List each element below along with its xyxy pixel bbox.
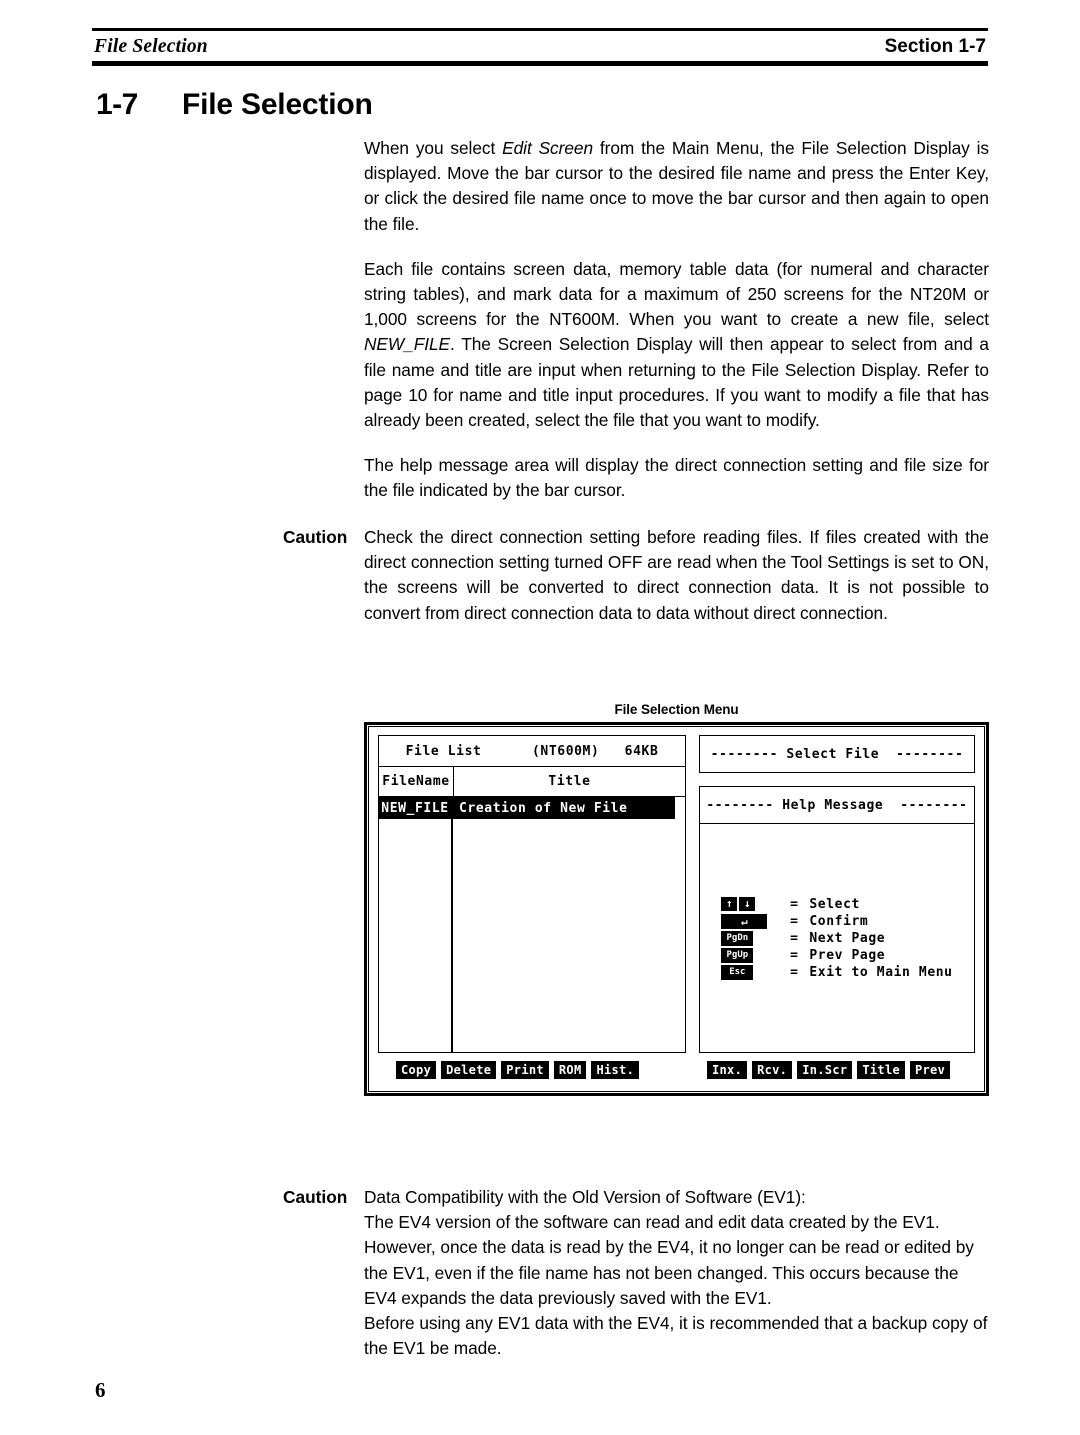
caution-line-1: Data Compatibility with the Old Version … <box>364 1187 806 1207</box>
caution-text-block: Data Compatibility with the Old Version … <box>364 1185 989 1361</box>
key-legend-row-prev-page: PgUp = Prev Page <box>721 947 952 964</box>
figure-file-selection-menu: File Selection Menu File List (NT600M) 6… <box>364 702 989 1096</box>
pgup-key-icon: PgUp <box>721 947 754 963</box>
function-buttons-right: Inx. Rcv. In.Scr Title Prev <box>699 1061 975 1079</box>
caution-direct-connection: Caution Check the direct connection sett… <box>283 525 989 626</box>
key-legend-row-select: ↑ ↓ = Select <box>721 896 952 913</box>
right-panels: -------- Select File -------- -------- H… <box>699 735 975 1053</box>
section-heading: File Selection <box>182 88 373 121</box>
body-text-column: When you select Edit Screen from the Mai… <box>364 136 989 504</box>
paragraph-3: The help message area will display the d… <box>364 455 989 501</box>
key-cell-esc: Esc <box>721 964 779 981</box>
caution-data-compatibility: Caution Data Compatibility with the Old … <box>283 1185 989 1361</box>
paragraph-1-part-1: When you select <box>364 138 503 158</box>
button-title[interactable]: Title <box>857 1061 905 1079</box>
key-legend-row-next-page: PgDn = Next Page <box>721 930 952 947</box>
key-action-2: Next Page <box>809 930 886 946</box>
button-hist[interactable]: Hist. <box>591 1061 640 1079</box>
terminal-screen: File List (NT600M) 64KB FileName Title N… <box>364 722 989 1096</box>
column-header-filename: FileName <box>379 767 454 796</box>
help-message-panel: -------- Help Message -------- ↑ ↓ = Sele… <box>699 786 975 1053</box>
select-file-panel: -------- Select File -------- <box>699 735 975 773</box>
key-equals-0: = <box>790 896 799 912</box>
header-right-section: Section 1-7 <box>884 36 986 57</box>
paragraph-2-part-2: . The Screen Selection Display will then… <box>364 334 989 431</box>
key-cell-pgdn: PgDn <box>721 930 779 947</box>
key-equals-2: = <box>790 930 799 946</box>
paragraph-2-part-1: Each file contains screen data, memory t… <box>364 258 989 330</box>
button-delete[interactable]: Delete <box>441 1061 497 1079</box>
button-rom[interactable]: ROM <box>553 1061 587 1079</box>
key-action-0: Select <box>809 896 860 912</box>
key-legend-row-confirm: ↵ = Confirm <box>721 913 952 930</box>
key-equals-4: = <box>790 964 799 980</box>
file-list-panel: File List (NT600M) 64KB FileName Title N… <box>378 735 686 1053</box>
paragraph-2: Each file contains screen data, memory t… <box>364 257 989 433</box>
key-action-4: Exit to Main Menu <box>809 964 953 980</box>
button-inx[interactable]: Inx. <box>707 1061 748 1079</box>
paragraph-2-emphasis: NEW_FILE <box>364 334 451 355</box>
key-equals-1: = <box>790 913 799 929</box>
key-action-3: Prev Page <box>809 947 886 963</box>
button-print[interactable]: Print <box>501 1061 549 1079</box>
caution-line-4: Before using any EV1 data with the EV4, … <box>364 1313 988 1359</box>
arrow-down-icon: ↓ <box>739 897 756 911</box>
file-row-title: Creation of New File <box>451 797 675 819</box>
file-list-row-new-file[interactable]: NEW_FILE Creation of New File <box>379 797 685 819</box>
key-action-1: Confirm <box>809 913 869 929</box>
file-list-area[interactable]: NEW_FILE Creation of New File <box>378 797 686 1053</box>
figure-caption: File Selection Menu <box>614 702 739 717</box>
caution-line-3: However, once the data is read by the EV… <box>364 1237 974 1308</box>
button-rcv[interactable]: Rcv. <box>752 1061 793 1079</box>
file-row-filename: NEW_FILE <box>379 797 451 819</box>
key-equals-3: = <box>790 947 799 963</box>
caution-line-2: The EV4 version of the software can read… <box>364 1212 940 1233</box>
page-number: 6 <box>95 1378 106 1402</box>
key-cell-enter: ↵ <box>721 913 779 930</box>
key-cell-arrows: ↑ ↓ <box>721 896 779 913</box>
button-prev[interactable]: Prev <box>910 1061 951 1079</box>
function-button-bar: Copy Delete Print ROM Hist. Inx. Rcv. In… <box>378 1061 975 1079</box>
terminal-columns: File List (NT600M) 64KB FileName Title N… <box>378 735 975 1053</box>
paragraph-1: When you select Edit Screen from the Mai… <box>364 136 989 237</box>
arrow-up-icon: ↑ <box>721 897 738 911</box>
header-rule-bottom <box>92 61 988 66</box>
header-left-title: File Selection <box>94 36 208 57</box>
key-legend-row-exit: Esc = Exit to Main Menu <box>721 964 952 981</box>
paragraph-1-emphasis: Edit Screen <box>502 138 594 158</box>
header-row: File Selection Section 1-7 <box>92 31 988 61</box>
section-number: 1-7 <box>96 88 138 121</box>
help-message-title: -------- Help Message -------- <box>700 787 974 824</box>
pgdn-key-icon: PgDn <box>721 930 754 946</box>
caution-label: Caution <box>283 527 348 547</box>
page-title: 1-7 File Selection <box>96 88 373 122</box>
column-header-title: Title <box>548 774 591 789</box>
function-buttons-left: Copy Delete Print ROM Hist. <box>378 1061 686 1079</box>
help-message-body: ↑ ↓ = Select ↵ = Confirm PgDn = Next Pag… <box>700 824 974 1052</box>
enter-key-icon: ↵ <box>721 913 768 929</box>
file-list-header: File List (NT600M) 64KB <box>378 735 686 766</box>
file-list-column-headers: FileName Title <box>378 766 686 797</box>
caution-text: Check the direct connection setting befo… <box>364 527 989 623</box>
page-header: File Selection Section 1-7 <box>92 28 988 66</box>
caution-label: Caution <box>283 1187 348 1207</box>
button-copy[interactable]: Copy <box>396 1061 437 1079</box>
file-list-column-divider <box>451 797 453 1052</box>
esc-key-icon: Esc <box>721 964 754 980</box>
key-legend-table: ↑ ↓ = Select ↵ = Confirm PgDn = Next Pag… <box>721 896 952 981</box>
button-in-scr[interactable]: In.Scr <box>797 1061 853 1079</box>
key-cell-pgup: PgUp <box>721 947 779 964</box>
